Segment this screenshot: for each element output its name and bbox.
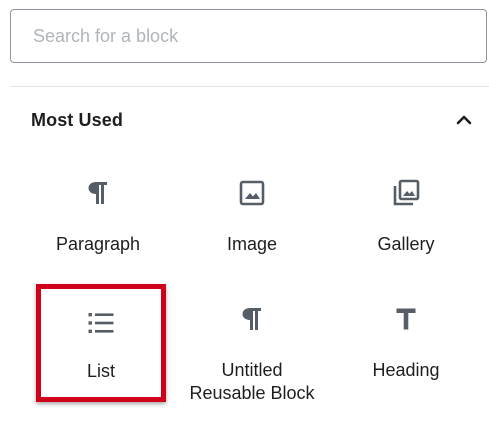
block-item-untitled-reusable-block[interactable]: Untitled Reusable Block [187, 286, 317, 404]
gallery-icon [391, 178, 421, 208]
block-inserter: Most Used Paragraph Image [0, 0, 489, 427]
block-label: Image [226, 234, 278, 254]
chevron-up-icon[interactable] [455, 111, 473, 129]
block-item-paragraph[interactable]: Paragraph [33, 160, 163, 278]
block-item-image[interactable]: Image [187, 160, 317, 278]
heading-icon [391, 304, 421, 334]
block-label: Paragraph [55, 234, 141, 254]
block-item-heading[interactable]: Heading [341, 286, 471, 404]
paragraph-icon [83, 178, 113, 208]
search-input[interactable] [11, 10, 486, 62]
paragraph-icon [237, 304, 267, 334]
image-icon [237, 178, 267, 208]
list-icon [86, 308, 116, 338]
block-label: Gallery [377, 234, 435, 254]
search-box[interactable] [10, 9, 487, 63]
most-used-panel-toggle[interactable]: Most Used [10, 87, 489, 153]
block-item-list[interactable]: List [36, 284, 166, 402]
block-label: Untitled Reusable Block [189, 360, 315, 403]
panel-title: Most Used [31, 110, 123, 130]
block-label: List [86, 361, 115, 381]
block-label: Heading [372, 360, 440, 380]
block-item-gallery[interactable]: Gallery [341, 160, 471, 278]
